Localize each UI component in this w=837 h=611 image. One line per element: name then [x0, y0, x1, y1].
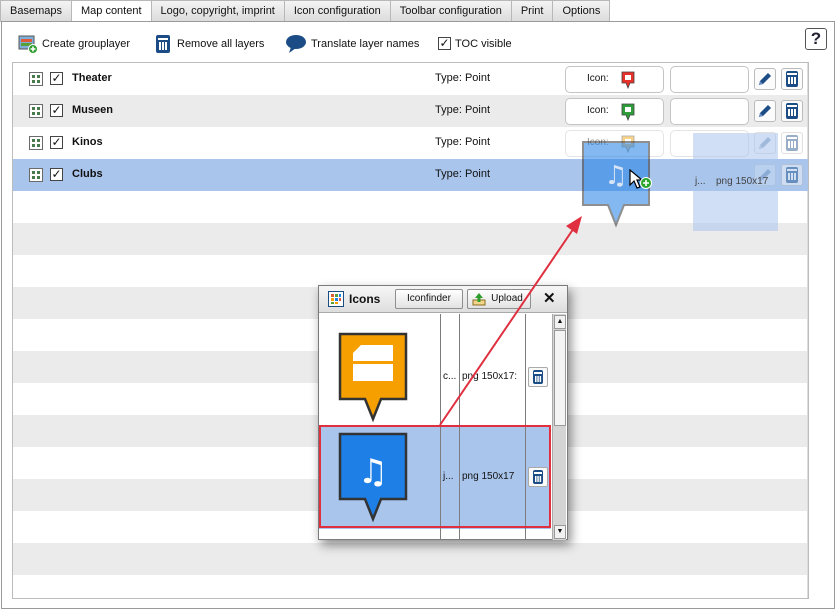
layer-type: Type: Point	[435, 168, 491, 180]
layer-type: Type: Point	[435, 72, 491, 84]
column-divider	[525, 314, 526, 540]
icon-grid-icon	[328, 291, 344, 307]
layer-visible-checkbox[interactable]: ✓	[50, 104, 63, 117]
layer-row[interactable]: ✓ Theater Type: Point Icon:	[13, 63, 808, 95]
speech-bubble-icon	[286, 35, 306, 53]
column-divider	[440, 314, 441, 540]
remove-all-layers-label: Remove all layers	[177, 38, 265, 50]
delete-layer-button[interactable]	[781, 132, 803, 154]
tab-basemaps[interactable]: Basemaps	[0, 0, 72, 22]
layer-icon-label: Icon:	[587, 73, 609, 84]
tab-map-content[interactable]: Map content	[71, 0, 152, 22]
trash-icon	[156, 35, 170, 53]
tab-bar: Basemaps Map content Logo, copyright, impr…	[0, 0, 837, 22]
translate-layer-names-button[interactable]: Translate layer names	[285, 34, 419, 54]
delete-icon-button[interactable]	[528, 367, 548, 387]
layer-row[interactable]: ✓KinosType: PointIcon:	[13, 127, 808, 159]
iconfinder-button[interactable]: Iconfinder	[395, 289, 463, 309]
help-button[interactable]: ?	[805, 28, 827, 50]
drag-handle-icon[interactable]	[29, 104, 43, 118]
translate-layer-names-label: Translate layer names	[311, 38, 420, 50]
svg-text:♫: ♫	[604, 161, 627, 191]
layer-visible-checkbox[interactable]: ✓	[50, 168, 63, 181]
trash-icon	[786, 167, 798, 183]
icon-file-info: png 150x17:	[462, 371, 518, 382]
trash-icon	[533, 470, 543, 484]
svg-text:♫: ♫	[358, 452, 388, 492]
icons-dialog-title: Icons	[349, 292, 381, 306]
delete-layer-button[interactable]	[781, 100, 803, 122]
mouse-cursor-icon	[628, 168, 652, 191]
tab-print[interactable]: Print	[511, 0, 554, 22]
scroll-up-icon[interactable]: ▲	[554, 315, 566, 329]
remove-all-layers-button[interactable]: Remove all layers	[153, 34, 264, 54]
layer-marker-icon	[621, 103, 635, 121]
trash-icon	[786, 103, 798, 119]
toc-visible-label: TOC visible	[455, 37, 512, 50]
trash-icon	[786, 71, 798, 87]
scroll-thumb[interactable]	[554, 330, 566, 426]
upload-icon	[472, 293, 486, 306]
upload-label: Upload	[491, 293, 523, 304]
layer-text-field[interactable]	[670, 66, 749, 93]
layer-text-field[interactable]	[670, 98, 749, 125]
column-divider	[459, 314, 460, 540]
icons-list: c... png 150x17: ♫ j... png 150x17 ▲ ▼	[319, 314, 567, 540]
layer-name: Theater	[72, 72, 112, 84]
icons-scrollbar[interactable]: ▲ ▼	[552, 314, 566, 540]
icon-file-name: c...	[443, 371, 457, 382]
edit-layer-button[interactable]	[754, 100, 776, 122]
pencil-icon	[759, 105, 771, 117]
layer-name: Kinos	[72, 136, 103, 148]
layer-name: Museen	[72, 104, 113, 116]
tab-toolbar-configuration[interactable]: Toolbar configuration	[390, 0, 512, 22]
drag-handle-icon[interactable]	[29, 168, 43, 182]
toc-visible-checkbox[interactable]: ✓	[438, 37, 451, 50]
scroll-down-icon[interactable]: ▼	[554, 525, 566, 539]
layer-icon-label: Icon:	[587, 105, 609, 116]
layer-row[interactable]: ✓ Clubs Type: Point	[13, 159, 808, 191]
toc-visible-toggle[interactable]: ✓ TOC visible	[438, 37, 512, 50]
layer-marker-icon	[621, 71, 635, 89]
layer-type: Type: Point	[435, 104, 491, 116]
layer-name: Clubs	[72, 168, 103, 180]
create-grouplayer-label: Create grouplayer	[42, 38, 131, 50]
icon-file-name: j...	[443, 471, 454, 482]
pencil-icon	[759, 73, 771, 85]
delete-icon-button[interactable]	[528, 467, 548, 487]
icons-dialog-header: Icons Iconfinder Upload ✕	[319, 286, 567, 313]
icons-dialog: Icons Iconfinder Upload ✕ c... png 150x17…	[318, 285, 568, 540]
icon-file-info: png 150x17	[462, 471, 515, 482]
tab-options[interactable]: Options	[553, 0, 611, 22]
layer-visible-checkbox[interactable]: ✓	[50, 72, 63, 85]
tab-logo-copyright-imprint[interactable]: Logo, copyright, imprint	[151, 0, 285, 22]
marker-preview-icon	[338, 332, 408, 423]
icon-list-item[interactable]: c... png 150x17:	[319, 326, 551, 429]
layer-row[interactable]: ✓ Museen Type: Point Icon:	[13, 95, 808, 127]
close-icon[interactable]: ✕	[543, 289, 556, 307]
layer-icon-selector[interactable]: Icon:	[565, 98, 664, 125]
layer-type: Type: Point	[435, 136, 491, 148]
drag-handle-icon[interactable]	[29, 72, 43, 86]
layer-visible-checkbox[interactable]: ✓	[50, 136, 63, 149]
drag-ghost-file: j...	[695, 176, 706, 187]
tab-icon-configuration[interactable]: Icon configuration	[284, 0, 391, 22]
icon-list-item[interactable]: ♫ j... png 150x17	[319, 426, 551, 529]
upload-button[interactable]: Upload	[467, 289, 531, 309]
create-grouplayer-button[interactable]: Create grouplayer	[18, 34, 130, 54]
delete-layer-button[interactable]	[781, 164, 803, 186]
edit-layer-button[interactable]	[754, 68, 776, 90]
drag-handle-icon[interactable]	[29, 136, 43, 150]
create-grouplayer-icon	[18, 35, 38, 54]
trash-icon	[786, 135, 798, 151]
marker-preview-icon: ♫	[338, 432, 408, 523]
drag-ghost-size: png 150x17	[716, 176, 769, 187]
trash-icon	[533, 370, 543, 384]
delete-layer-button[interactable]	[781, 68, 803, 90]
layer-icon-selector[interactable]: Icon:	[565, 66, 664, 93]
